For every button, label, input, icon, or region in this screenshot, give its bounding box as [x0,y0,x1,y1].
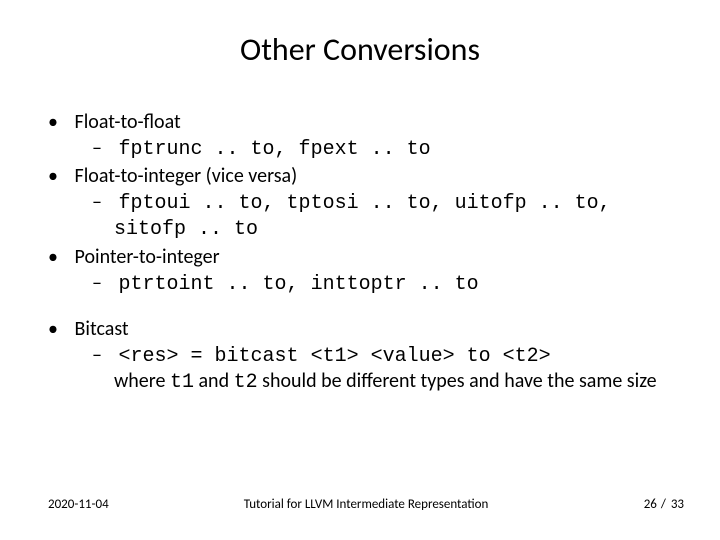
sub-bullet-bitcast: <res> = bitcast <t1> <value> to <t2> whe… [92,343,672,396]
sub-list: fptrunc .. to, fpext .. to [70,136,672,163]
bullet-list: Float-to-float fptrunc .. to, fpext .. t… [48,110,672,297]
slide-body: Float-to-float fptrunc .. to, fpext .. t… [48,110,672,398]
footer-title: Tutorial for LLVM Intermediate Represent… [48,497,684,512]
bullet-float-to-float: Float-to-float fptrunc .. to, fpext .. t… [48,110,672,162]
desc-text: where [114,369,170,393]
code-inline-t2: t2 [234,371,258,394]
desc-text: should be different types and have the s… [258,369,657,393]
code-text: <res> = bitcast <t1> <value> to <t2> [119,345,551,368]
bullet-text: Float-to-integer (vice versa) [75,164,298,188]
bullet-text: Bitcast [75,317,129,341]
spacer [48,299,672,317]
bullet-bitcast: Bitcast <res> = bitcast <t1> <value> to … [48,317,672,396]
desc-text: and [194,369,234,393]
bullet-list-2: Bitcast <res> = bitcast <t1> <value> to … [48,317,672,396]
bullet-float-to-integer: Float-to-integer (vice versa) fptoui .. … [48,164,672,243]
code-text: fptoui .. to, tptosi .. to, uitofp .. to… [114,192,611,242]
slide-footer: 2020-11-04 Tutorial for LLVM Intermediat… [48,497,684,512]
code-inline-t1: t1 [170,371,194,394]
bullet-text: Float-to-float [75,110,181,134]
slide-title: Other Conversions [0,30,720,69]
bullet-text: Pointer-to-integer [75,245,220,269]
bullet-pointer-to-integer: Pointer-to-integer ptrtoint .. to, intto… [48,245,672,297]
slide: Other Conversions Float-to-float fptrunc… [0,0,720,540]
sub-list: fptoui .. to, tptosi .. to, uitofp .. to… [70,190,672,243]
code-text: fptrunc .. to, fpext .. to [119,138,431,161]
sub-bullet: fptoui .. to, tptosi .. to, uitofp .. to… [92,190,672,243]
code-text: ptrtoint .. to, inttoptr .. to [119,273,479,296]
sub-list: ptrtoint .. to, inttoptr .. to [70,271,672,298]
sub-bullet: fptrunc .. to, fpext .. to [92,136,672,163]
sub-bullet: ptrtoint .. to, inttoptr .. to [92,271,672,298]
sub-list: <res> = bitcast <t1> <value> to <t2> whe… [70,343,672,396]
